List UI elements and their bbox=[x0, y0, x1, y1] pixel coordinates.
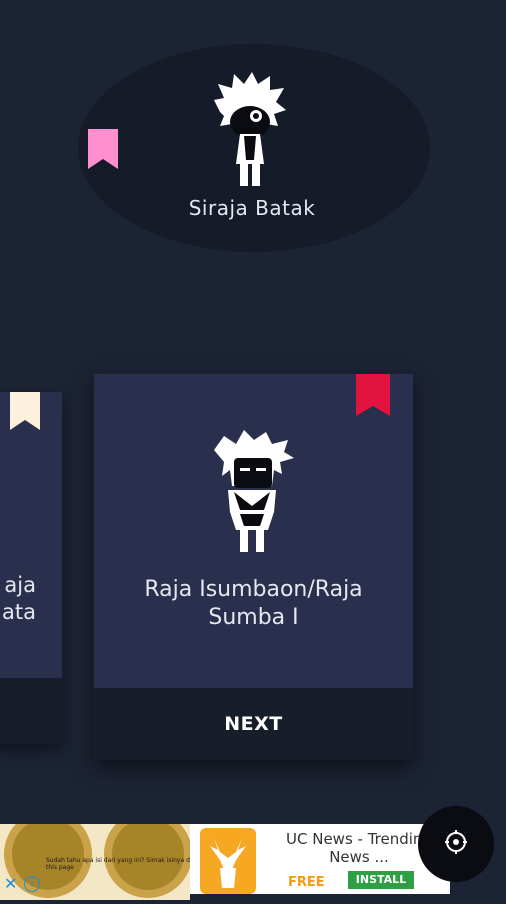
ad-install-button[interactable]: INSTALL bbox=[348, 871, 414, 889]
ad-free-label: FREE bbox=[288, 875, 325, 890]
previous-character-name: aja ata bbox=[2, 573, 36, 624]
character-card[interactable]: Raja Isumbaon/Raja Sumba I NEXT bbox=[94, 374, 413, 760]
next-button-label: NEXT bbox=[224, 713, 283, 735]
ad-disclaimer: Sudah tahu apa isi dari yang ini? Simak … bbox=[46, 857, 192, 871]
bookmark-ribbon-icon[interactable] bbox=[356, 374, 390, 416]
character-avatar-icon bbox=[212, 72, 288, 196]
character-avatar-icon bbox=[210, 430, 294, 562]
character-name: Raja Isumbaon/Raja Sumba I bbox=[144, 577, 363, 630]
settings-fab[interactable] bbox=[418, 806, 494, 882]
featured-character-name: Siraja Batak bbox=[188, 196, 316, 220]
ad-info-icon[interactable]: i bbox=[24, 876, 40, 892]
bookmark-ribbon-icon[interactable] bbox=[88, 129, 118, 169]
next-button[interactable]: NEXT bbox=[94, 688, 413, 760]
close-ad-button[interactable]: ✕ bbox=[4, 874, 17, 893]
deer-app-icon bbox=[200, 828, 256, 898]
compass-icon bbox=[443, 828, 469, 860]
bookmark-ribbon-icon[interactable] bbox=[10, 392, 40, 430]
previous-character-card[interactable]: aja ata bbox=[0, 392, 62, 744]
previous-card-footer bbox=[0, 678, 62, 744]
ad-app-promo[interactable]: UC News - Trending News ... FREE INSTALL bbox=[190, 824, 450, 894]
